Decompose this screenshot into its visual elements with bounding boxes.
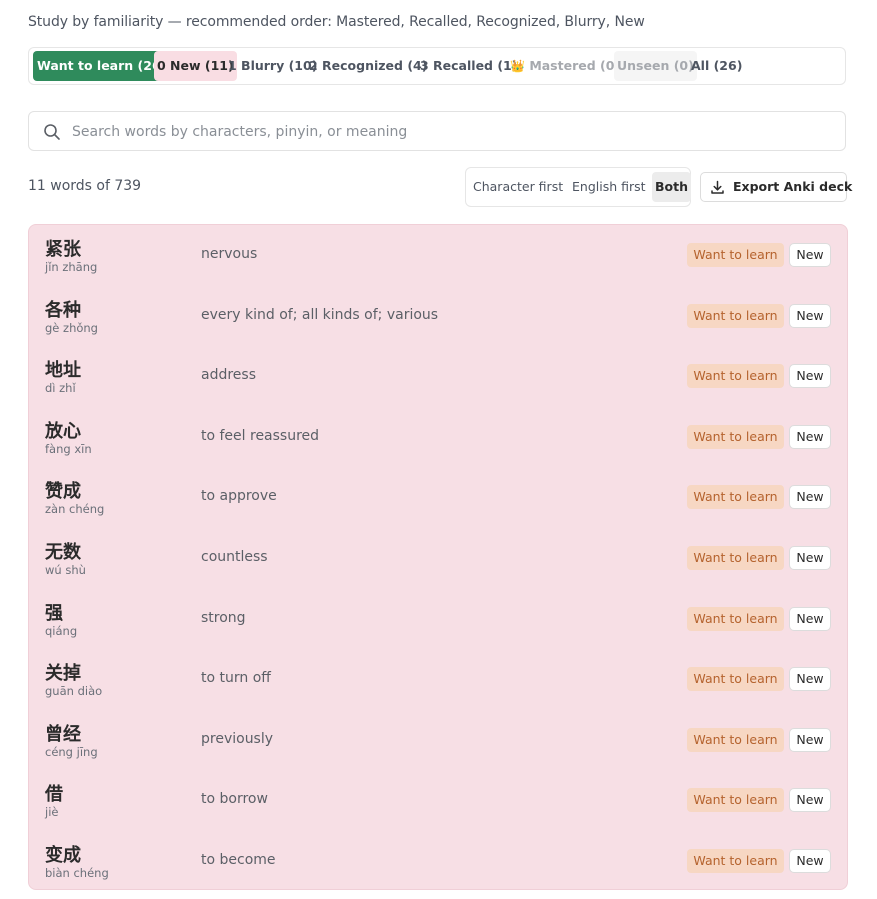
crown-icon: 👑 — [510, 59, 525, 73]
word-row[interactable]: 赞成 zàn chéng to approve Want to learn New — [29, 467, 847, 527]
search-input[interactable] — [70, 120, 834, 144]
level-badge[interactable]: New — [789, 364, 831, 389]
word-pinyin: fàng xīn — [45, 441, 92, 456]
word-meaning: previously — [201, 730, 274, 747]
word-count: 11 words of 739 — [28, 178, 142, 194]
level-badge[interactable]: New — [789, 788, 831, 813]
word-pinyin: jǐn zhāng — [45, 260, 98, 274]
word-pinyin: gè zhǒng — [45, 320, 98, 335]
word-meaning: to turn off — [201, 670, 271, 687]
status-badge[interactable]: Want to learn — [687, 364, 784, 389]
word-characters: 紧张 — [45, 239, 81, 260]
level-badge[interactable]: New — [789, 667, 831, 692]
page-heading: Study by familiarity — recommended order… — [28, 14, 645, 30]
word-meaning: to feel reassured — [201, 427, 320, 444]
word-row[interactable]: 各种 gè zhǒng every kind of; all kinds of; v… — [29, 286, 847, 346]
search-icon — [44, 124, 60, 140]
status-badge[interactable]: Want to learn — [687, 424, 784, 449]
search-box — [28, 111, 846, 151]
status-badge[interactable]: Want to learn — [687, 485, 784, 510]
word-meaning: countless — [201, 549, 268, 565]
word-characters: 曾经 — [45, 723, 81, 745]
word-row[interactable]: 借 jiè to borrow Want to learn New — [29, 770, 847, 830]
level-badge[interactable]: New — [789, 546, 831, 570]
filter-all[interactable]: All (26) — [691, 51, 742, 81]
word-row[interactable]: 放心 fàng xīn to feel reassured Want to learn… — [29, 407, 847, 467]
mode-character-first[interactable]: Character first — [473, 172, 563, 202]
level-badge[interactable]: New — [789, 606, 831, 631]
word-pinyin: biàn chéng — [45, 866, 109, 880]
word-characters: 借 — [45, 784, 63, 806]
word-meaning: address — [201, 367, 257, 384]
level-badge[interactable]: New — [789, 849, 831, 873]
word-characters: 关掉 — [45, 663, 81, 685]
display-mode-toggle: Character first English first Both — [465, 167, 691, 207]
word-meaning: to borrow — [201, 791, 268, 808]
word-characters: 变成 — [45, 845, 81, 866]
level-badge[interactable]: New — [789, 424, 831, 449]
filter-unseen[interactable]: Unseen (0) — [614, 51, 697, 81]
level-badge[interactable]: New — [789, 485, 831, 510]
word-pinyin: wú shù — [45, 563, 86, 577]
filter-mastered[interactable]: 👑 Mastered (0) — [510, 51, 620, 81]
word-characters: 放心 — [45, 420, 81, 442]
download-icon — [711, 180, 724, 194]
word-row[interactable]: 关掉 guān diào to turn off Want to learn New — [29, 649, 847, 709]
level-badge[interactable]: New — [789, 303, 831, 328]
filter-new[interactable]: 0 New (11) — [154, 51, 237, 81]
word-characters: 强 — [45, 602, 63, 624]
word-pinyin: céng jīng — [45, 744, 98, 759]
status-badge[interactable]: Want to learn — [687, 727, 784, 752]
status-badge[interactable]: Want to learn — [687, 546, 784, 570]
mode-english-first[interactable]: English first — [572, 172, 646, 202]
word-row[interactable]: 曾经 céng jīng previously Want to learn New — [29, 710, 847, 770]
status-badge[interactable]: Want to learn — [687, 303, 784, 328]
status-badge[interactable]: Want to learn — [687, 849, 784, 873]
word-row[interactable]: 变成 biàn chéng to become Want to learn New — [29, 831, 847, 891]
word-pinyin: dì zhǐ — [45, 381, 76, 396]
export-anki-label: Export Anki deck — [733, 179, 853, 194]
word-row[interactable]: 无数 wú shù countless Want to learn New — [29, 528, 847, 588]
word-characters: 赞成 — [45, 481, 81, 503]
level-badge[interactable]: New — [789, 243, 831, 267]
status-badge[interactable]: Want to learn — [687, 667, 784, 692]
word-characters: 无数 — [45, 542, 81, 563]
word-row[interactable]: 地址 dì zhǐ address Want to learn New — [29, 346, 847, 406]
word-row[interactable]: 强 qiáng strong Want to learn New — [29, 589, 847, 649]
word-list: 紧张 jǐn zhāng nervous Want to learn New 各种 gè z… — [28, 224, 848, 890]
filter-recognized[interactable]: 2 Recognized (4) — [309, 51, 427, 81]
word-meaning: to approve — [201, 488, 277, 505]
word-meaning: strong — [201, 609, 246, 626]
filter-blurry[interactable]: 1 Blurry (10) — [228, 51, 317, 81]
word-row[interactable]: 紧张 jǐn zhāng nervous Want to learn New — [29, 225, 847, 285]
level-badge[interactable]: New — [789, 727, 831, 752]
status-badge[interactable]: Want to learn — [687, 243, 784, 267]
word-characters: 地址 — [45, 360, 81, 382]
status-badge[interactable]: Want to learn — [687, 788, 784, 813]
familiarity-filter-bar: Want to learn (26) 0 New (11) 1 Blurry (… — [28, 47, 846, 85]
mode-both[interactable]: Both — [652, 172, 691, 202]
word-meaning: every kind of; all kinds of; various — [201, 306, 439, 323]
filter-want-to-learn[interactable]: Want to learn (26) — [33, 51, 171, 81]
export-anki-button[interactable]: Export Anki deck — [700, 172, 852, 202]
word-meaning: nervous — [201, 246, 258, 262]
filter-recalled[interactable]: 3 Recalled (1) — [420, 51, 517, 81]
word-pinyin: jiè — [45, 805, 59, 820]
word-meaning: to become — [201, 852, 276, 868]
status-badge[interactable]: Want to learn — [687, 606, 784, 631]
word-pinyin: qiáng — [45, 623, 78, 638]
filter-mastered-label: Mastered (0) — [529, 58, 621, 73]
word-characters: 各种 — [45, 299, 81, 321]
word-pinyin: guān diào — [45, 684, 103, 699]
word-pinyin: zàn chéng — [45, 502, 105, 517]
